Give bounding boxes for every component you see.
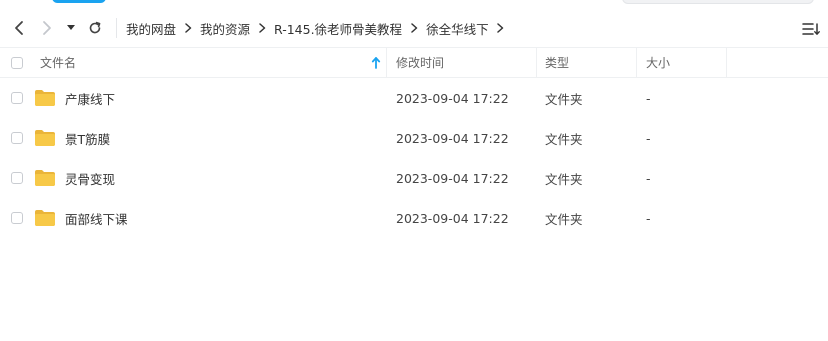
- column-header-type-label: 类型: [545, 56, 570, 70]
- breadcrumb-item[interactable]: 我的网盘: [125, 19, 177, 38]
- view-toggle-button[interactable]: [800, 19, 822, 39]
- row-name[interactable]: 产康线下: [65, 89, 115, 108]
- breadcrumb: 我的网盘 我的资源 R-145.徐老师骨美教程 徐全华线下: [125, 9, 512, 47]
- column-header-name[interactable]: 文件名: [34, 48, 387, 77]
- folder-icon: [35, 210, 55, 226]
- back-button[interactable]: [6, 14, 32, 42]
- chevron-right-icon: [406, 23, 422, 33]
- toolbar-divider: [116, 18, 117, 38]
- column-header-date[interactable]: 修改时间: [387, 48, 537, 77]
- top-strip: [0, 0, 828, 8]
- column-header-date-label: 修改时间: [396, 56, 445, 70]
- forward-button[interactable]: [34, 14, 60, 42]
- header-checkbox-cell: [0, 48, 34, 77]
- table-row[interactable]: 景T筋膜 2023-09-04 17:22 文件夹 -: [0, 118, 828, 158]
- column-header-size[interactable]: 大小: [637, 48, 727, 77]
- row-size: -: [646, 130, 651, 146]
- row-date: 2023-09-04 17:22: [396, 130, 509, 146]
- row-name-cell: 灵骨变现: [34, 158, 387, 198]
- row-name[interactable]: 灵骨变现: [65, 169, 115, 188]
- chevron-right-icon: [43, 21, 51, 35]
- caret-down-icon: [67, 25, 75, 30]
- chevron-left-icon: [15, 21, 23, 35]
- row-checkbox[interactable]: [11, 132, 23, 144]
- breadcrumb-item[interactable]: 徐全华线下: [425, 19, 490, 38]
- row-checkbox-cell: [0, 78, 34, 118]
- row-date: 2023-09-04 17:22: [396, 210, 509, 226]
- file-manager-window: 我的网盘 我的资源 R-145.徐老师骨美教程 徐全华线下 文件名 修改时间 类…: [0, 0, 828, 341]
- row-checkbox-cell: [0, 198, 34, 238]
- row-size: -: [646, 90, 651, 106]
- folder-icon: [35, 130, 55, 146]
- refresh-button[interactable]: [82, 14, 108, 42]
- history-dropdown-button[interactable]: [62, 14, 80, 42]
- breadcrumb-item[interactable]: R-145.徐老师骨美教程: [273, 19, 403, 38]
- chevron-right-icon: [254, 23, 270, 33]
- breadcrumb-item[interactable]: 我的资源: [199, 19, 251, 38]
- row-name[interactable]: 景T筋膜: [65, 129, 110, 148]
- toolbar: 我的网盘 我的资源 R-145.徐老师骨美教程 徐全华线下: [0, 9, 828, 47]
- row-date: 2023-09-04 17:22: [396, 170, 509, 186]
- row-checkbox-cell: [0, 158, 34, 198]
- row-name-cell: 产康线下: [34, 78, 387, 118]
- row-checkbox-cell: [0, 118, 34, 158]
- chevron-right-icon: [493, 23, 509, 33]
- row-checkbox[interactable]: [11, 92, 23, 104]
- row-checkbox[interactable]: [11, 212, 23, 224]
- row-name-cell: 景T筋膜: [34, 118, 387, 158]
- folder-icon: [35, 170, 55, 186]
- refresh-icon: [89, 21, 101, 34]
- row-name-cell: 面部线下课: [34, 198, 387, 238]
- top-tab-indicator[interactable]: [52, 0, 106, 3]
- row-type: 文件夹: [545, 211, 583, 227]
- list-view-icon: [802, 23, 820, 35]
- folder-icon: [35, 90, 55, 106]
- column-header-row: 文件名 修改时间 类型 大小: [0, 47, 828, 78]
- row-type: 文件夹: [545, 131, 583, 147]
- table-row[interactable]: 灵骨变现 2023-09-04 17:22 文件夹 -: [0, 158, 828, 198]
- row-size: -: [646, 210, 651, 226]
- chevron-right-icon: [180, 23, 196, 33]
- select-all-checkbox[interactable]: [11, 56, 23, 69]
- column-header-size-label: 大小: [646, 56, 671, 70]
- row-type: 文件夹: [545, 91, 583, 107]
- table-row[interactable]: 面部线下课 2023-09-04 17:22 文件夹 -: [0, 198, 828, 238]
- row-checkbox[interactable]: [11, 172, 23, 184]
- row-name[interactable]: 面部线下课: [65, 209, 128, 228]
- row-type: 文件夹: [545, 171, 583, 187]
- row-size: -: [646, 170, 651, 186]
- row-date: 2023-09-04 17:22: [396, 90, 509, 106]
- sort-ascending-icon: [371, 57, 381, 69]
- column-header-name-label: 文件名: [40, 56, 77, 70]
- top-search-box[interactable]: [622, 0, 814, 4]
- table-row[interactable]: 产康线下 2023-09-04 17:22 文件夹 -: [0, 78, 828, 118]
- column-header-type[interactable]: 类型: [537, 48, 637, 77]
